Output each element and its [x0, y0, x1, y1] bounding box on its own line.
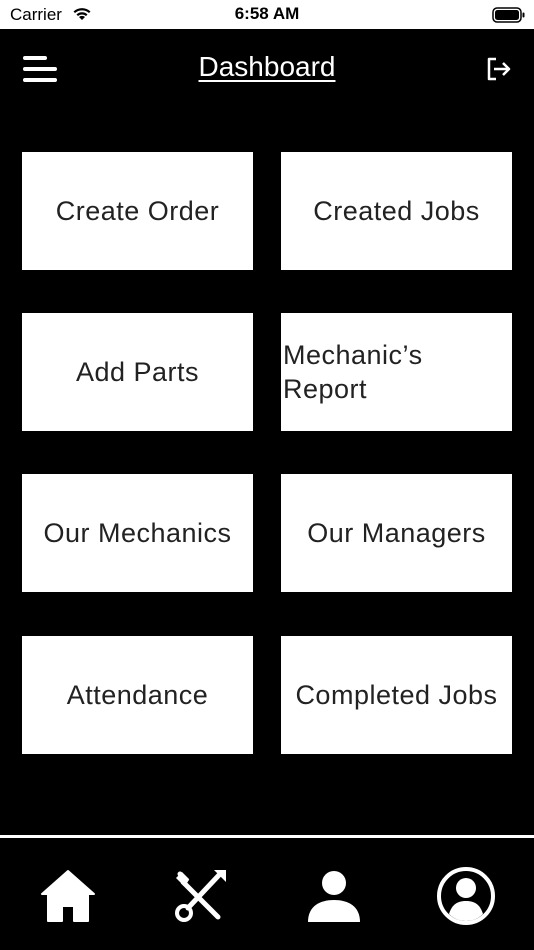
tile-label: Create Order — [55, 195, 220, 226]
home-icon — [41, 870, 95, 922]
tools-icon — [175, 870, 226, 922]
our-mechanics-tile[interactable]: Our Mechanics — [22, 474, 253, 592]
person-icon — [308, 871, 360, 922]
our-managers-tile[interactable]: Our Managers — [281, 474, 512, 592]
tile-label: Completed Jobs — [295, 679, 498, 710]
tab-account[interactable] — [436, 866, 496, 926]
tile-label: Mechanic’s Report — [283, 340, 423, 404]
page-title: Dashboard — [198, 51, 336, 82]
tab-person[interactable] — [304, 866, 364, 926]
mechanics-report-tile[interactable]: Mechanic’s Report — [281, 313, 512, 431]
battery-icon — [492, 7, 525, 23]
bottom-tab-bar — [0, 838, 534, 950]
tab-home[interactable] — [38, 866, 98, 926]
tile-label: Add Parts — [75, 356, 200, 387]
app-header: Dashboard — [0, 29, 534, 109]
add-parts-tile[interactable]: Add Parts — [22, 313, 253, 431]
completed-jobs-tile[interactable]: Completed Jobs — [281, 636, 512, 754]
dashboard-screen: Carrier 6:58 AM Dashboard Create Order C… — [0, 0, 534, 950]
tab-tools[interactable] — [170, 866, 230, 926]
create-order-tile[interactable]: Create Order — [22, 152, 253, 270]
tile-label: Attendance — [66, 679, 209, 710]
created-jobs-tile[interactable]: Created Jobs — [281, 152, 512, 270]
account-circle-icon — [437, 867, 495, 925]
logout-icon — [487, 57, 511, 81]
attendance-tile[interactable]: Attendance — [22, 636, 253, 754]
status-bar: Carrier 6:58 AM — [0, 0, 534, 29]
tile-label: Created Jobs — [313, 195, 480, 226]
clock-time: 6:58 AM — [234, 4, 300, 23]
tile-label: Our Managers — [307, 517, 486, 548]
tile-label: Our Mechanics — [43, 517, 232, 548]
logout-button[interactable] — [484, 55, 514, 83]
